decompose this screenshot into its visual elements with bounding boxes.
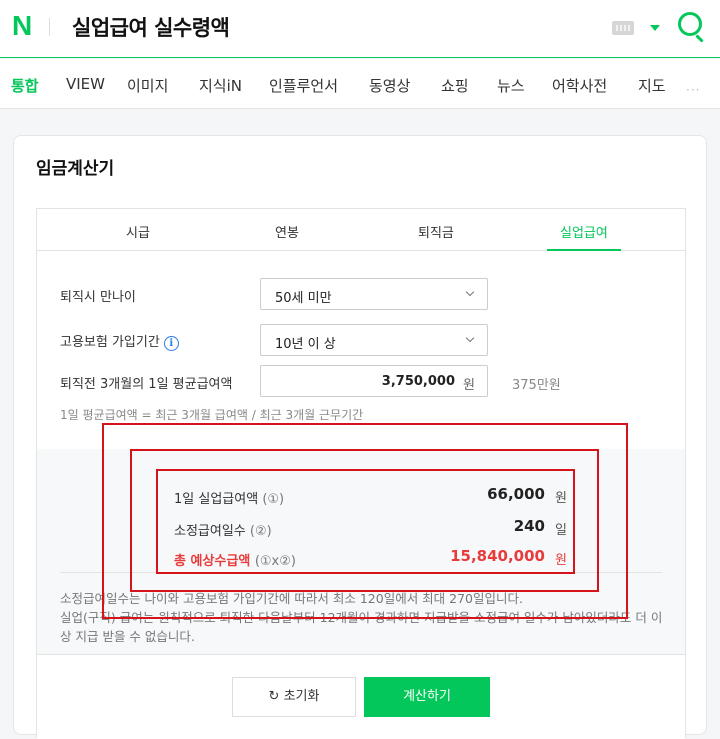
chevron-down-icon	[465, 287, 475, 297]
more-icon[interactable]: ···	[686, 83, 700, 97]
tab-dictionary[interactable]: 어학사전	[552, 75, 607, 96]
average-wage-input[interactable]: 3,750,000 원	[260, 365, 488, 397]
tab-video[interactable]: 동영상	[369, 75, 410, 96]
calc-tab-severance[interactable]: 퇴직금	[418, 222, 454, 241]
card-title: 임금계산기	[36, 159, 115, 179]
chevron-down-icon	[465, 333, 475, 343]
age-label: 퇴직시 만나이	[60, 290, 136, 305]
search-icon[interactable]	[678, 12, 702, 36]
logo-divider	[49, 18, 50, 36]
wage-label: 퇴직전 3개월의 1일 평균급여액	[60, 377, 233, 392]
caret-down-icon[interactable]	[650, 25, 660, 31]
tab-news[interactable]: 뉴스	[497, 75, 525, 96]
button-bar: ↻ 초기화 계산하기	[37, 654, 685, 739]
search-tabs: 통합 VIEW 이미지 지식iN 인플루언서 동영상 쇼핑 뉴스 어학사전 지도…	[0, 59, 720, 109]
wage-hint: 375만원	[512, 378, 561, 393]
reset-button-label: 초기화	[283, 689, 320, 704]
refresh-icon: ↻	[268, 689, 280, 704]
calc-tab-annual[interactable]: 연봉	[275, 222, 299, 241]
tab-shopping[interactable]: 쇼핑	[441, 75, 469, 96]
tab-view[interactable]: VIEW	[66, 75, 105, 93]
insurance-label: 고용보험 가입기간 i	[60, 331, 179, 351]
search-header: N 실업급여 실수령액	[0, 0, 720, 58]
calculate-button[interactable]: 계산하기	[364, 677, 490, 717]
age-select-value: 50세 미만	[275, 291, 332, 306]
insurance-select-value: 10년 이 상	[275, 337, 336, 352]
tab-map[interactable]: 지도	[638, 75, 666, 96]
insurance-label-text: 고용보험 가입기간	[60, 335, 160, 350]
tab-knowledge[interactable]: 지식iN	[199, 75, 242, 96]
naver-logo[interactable]: N	[12, 12, 32, 40]
tab-images[interactable]: 이미지	[127, 75, 168, 96]
calc-tab-unemployment[interactable]: 실업급여	[560, 222, 608, 241]
formula-note: 1일 평균급여액 = 최근 3개월 급여액 / 최근 3개월 근무기간	[60, 408, 364, 422]
info-icon[interactable]: i	[163, 336, 179, 351]
tab-influencer[interactable]: 인플루언서	[269, 75, 338, 96]
search-query[interactable]: 실업급여 실수령액	[72, 12, 230, 42]
tab-integrated[interactable]: 통합	[11, 75, 39, 96]
calculator-tabs: 시급 연봉 퇴직금 실업급여	[37, 209, 685, 251]
keyboard-icon[interactable]	[612, 21, 634, 35]
average-wage-unit: 원	[463, 378, 475, 393]
reset-button[interactable]: ↻ 초기화	[232, 677, 356, 717]
insurance-period-select[interactable]: 10년 이 상	[260, 324, 488, 356]
active-tab-underline	[547, 249, 621, 251]
calc-tab-hourly[interactable]: 시급	[126, 222, 150, 241]
annotation-box-inner	[156, 469, 575, 574]
age-select[interactable]: 50세 미만	[260, 278, 488, 310]
average-wage-value: 3,750,000	[381, 374, 455, 389]
